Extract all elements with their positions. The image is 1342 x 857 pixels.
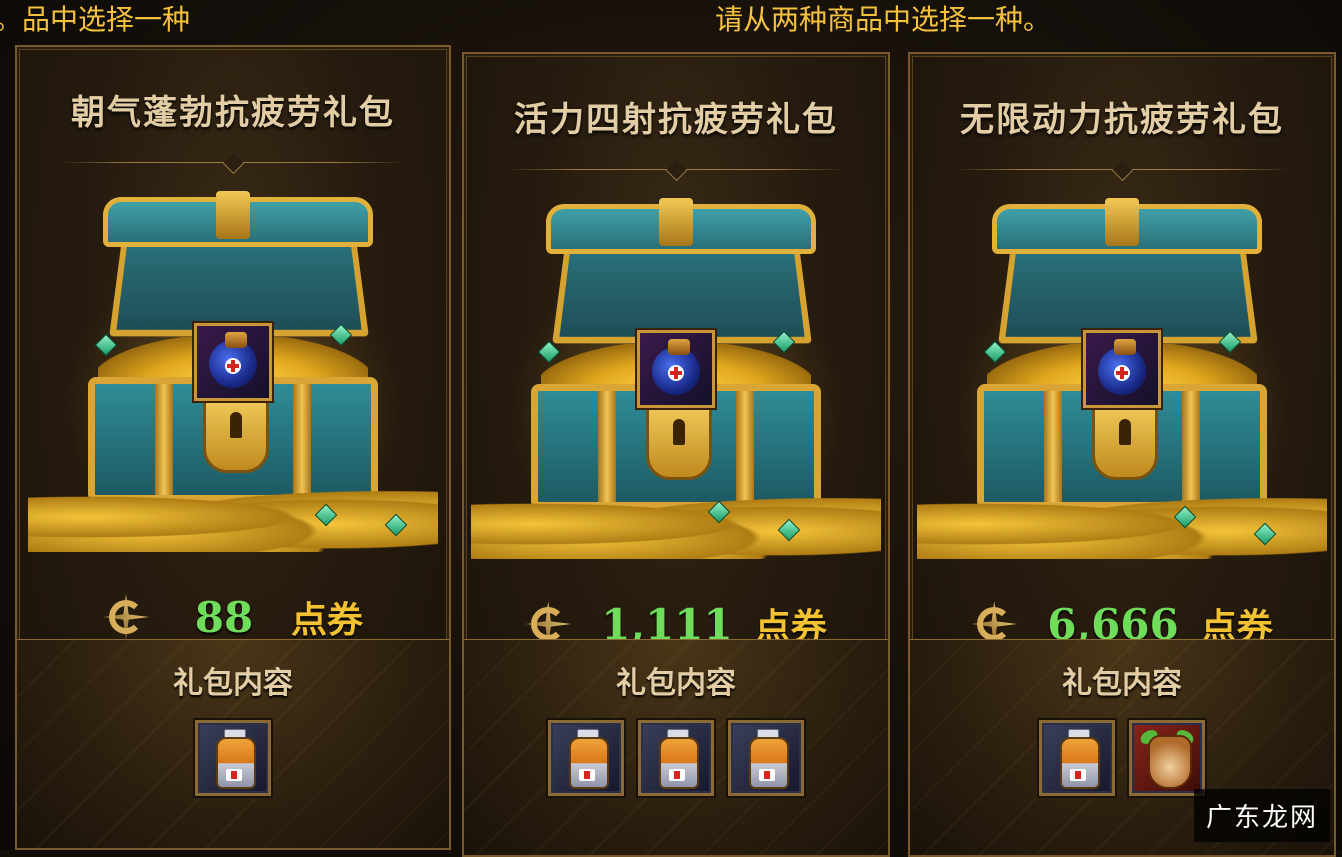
watermark: 广东龙网 xyxy=(1194,789,1330,842)
price-amount: 88 xyxy=(179,593,269,642)
price-unit: 点券 xyxy=(291,591,363,643)
selection-prompt: 请从两种商品中选择一种。 xyxy=(715,0,1075,40)
title-divider-notch xyxy=(666,160,687,181)
contents-title: 礼包内容 xyxy=(464,658,888,702)
package-title: 朝气蓬勃抗疲劳礼包 xyxy=(17,85,449,134)
jar-icon[interactable] xyxy=(1129,720,1205,796)
treasure-chest-icon xyxy=(511,204,841,554)
coupon-currency-icon xyxy=(103,594,149,640)
price-row: 88 点券 xyxy=(17,587,449,647)
package-contents: 礼包内容 xyxy=(464,639,888,855)
package-title: 无限动力抗疲劳礼包 xyxy=(910,92,1334,141)
package-title: 活力四射抗疲劳礼包 xyxy=(464,92,888,141)
fatigue-pack-icon xyxy=(1083,330,1161,408)
contents-title: 礼包内容 xyxy=(17,658,449,702)
fatigue-pack-icon xyxy=(637,330,715,408)
title-divider-notch xyxy=(223,153,244,174)
fatigue-potion-icon[interactable] xyxy=(195,720,271,796)
package-contents: 礼包内容 xyxy=(17,639,449,848)
package-card-3[interactable]: 无限动力抗疲劳礼包 6,666 点券 礼包内容 xyxy=(908,52,1336,857)
fatigue-potion-icon[interactable] xyxy=(728,720,804,796)
fatigue-potion-icon[interactable] xyxy=(638,720,714,796)
package-card-2[interactable]: 活力四射抗疲劳礼包 1,111 点券 礼包内容 xyxy=(462,52,890,857)
fatigue-pack-icon xyxy=(194,323,272,401)
contents-title: 礼包内容 xyxy=(910,658,1334,702)
treasure-chest-icon xyxy=(957,204,1287,554)
treasure-chest-icon xyxy=(68,197,398,547)
package-card-1[interactable]: 朝气蓬勃抗疲劳礼包 88 点券 礼包内容 xyxy=(15,45,451,850)
fatigue-potion-icon[interactable] xyxy=(1039,720,1115,796)
title-divider-notch xyxy=(1112,160,1133,181)
selection-prompt-left: 品中选择一种。 xyxy=(0,0,190,40)
fatigue-potion-icon[interactable] xyxy=(548,720,624,796)
